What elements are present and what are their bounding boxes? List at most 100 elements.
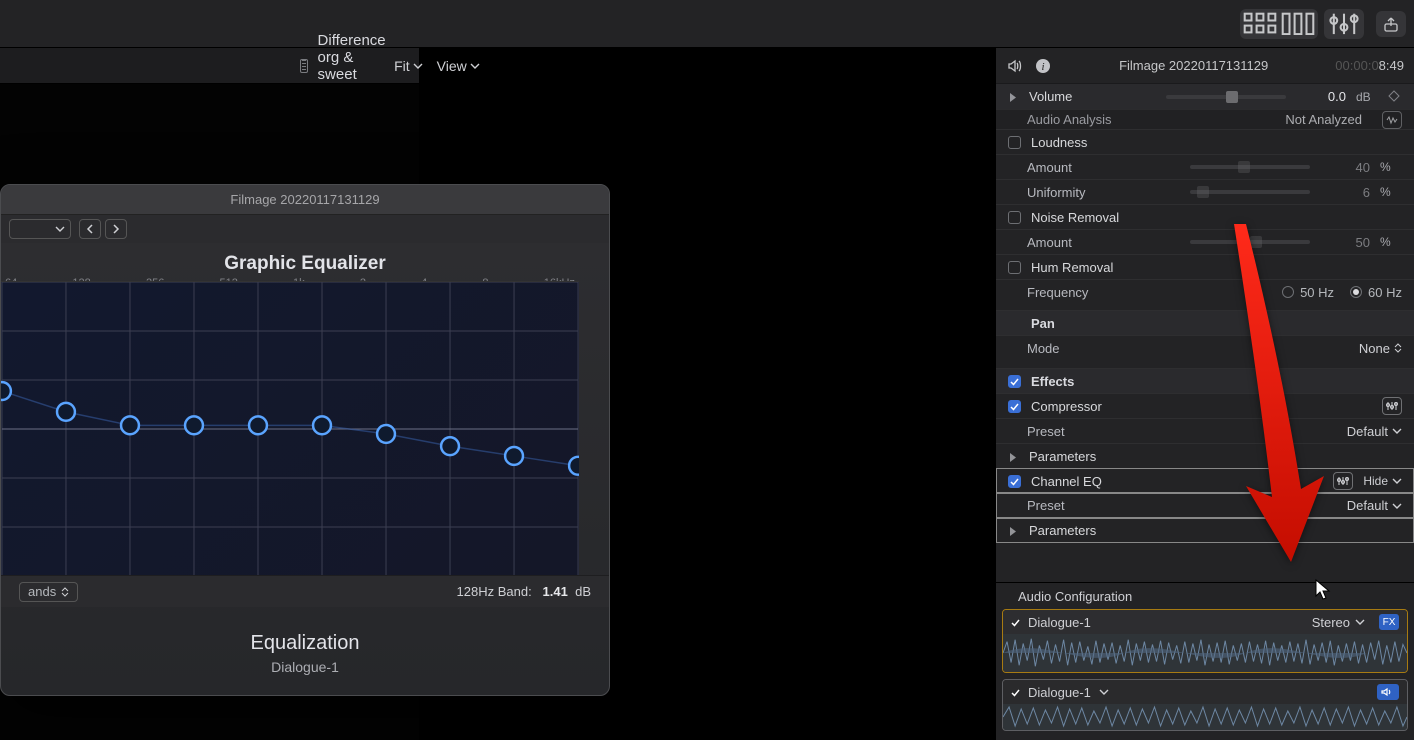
noise-amount-value[interactable]: 50 — [1320, 235, 1370, 250]
loudness-amount-value[interactable]: 40 — [1320, 160, 1370, 175]
disclosure-icon[interactable] — [1008, 91, 1019, 102]
noise-amount-label: Amount — [1008, 235, 1180, 250]
track2-mute-badge[interactable] — [1377, 684, 1399, 700]
disclosure-icon[interactable] — [1008, 451, 1019, 462]
freq-50-option[interactable]: 50 Hz — [1282, 285, 1334, 300]
chevron-down-icon[interactable] — [1099, 687, 1109, 697]
track2-checkbox[interactable] — [1011, 685, 1020, 700]
loudness-uniformity-slider[interactable] — [1190, 190, 1310, 194]
loudness-uniformity-value[interactable]: 6 — [1320, 185, 1370, 200]
eq-preset-select[interactable] — [9, 219, 71, 239]
loudness-label: Loudness — [1031, 135, 1402, 150]
eq-caption: Equalization Dialogue-1 — [1, 632, 609, 675]
view-select[interactable]: View — [437, 58, 480, 74]
keyframe-icon[interactable] — [1388, 90, 1402, 104]
channel-eq-checkbox[interactable] — [1008, 475, 1021, 488]
analyze-button[interactable] — [1382, 111, 1402, 129]
bands-select[interactable]: ands — [19, 582, 78, 602]
channel-eq-hide[interactable]: Hide — [1363, 474, 1402, 488]
view-label: View — [437, 58, 467, 74]
effects-section: Effects — [996, 368, 1414, 393]
audio-analysis-label: Audio Analysis — [1008, 112, 1275, 127]
chevron-down-icon — [413, 61, 423, 71]
fit-select[interactable]: Fit — [394, 58, 423, 74]
audio-analysis-row: Audio Analysis Not Analyzed — [996, 109, 1414, 129]
list-view-icon[interactable] — [1281, 12, 1315, 36]
compressor-preset-select[interactable]: Default — [1347, 424, 1402, 439]
analysis-status: Not Analyzed — [1285, 112, 1362, 127]
channel-eq-label: Channel EQ — [1031, 474, 1323, 489]
eq-band-handle[interactable] — [57, 403, 75, 421]
freq-60-label: 60 Hz — [1368, 285, 1402, 300]
eq-graph[interactable] — [1, 281, 579, 577]
svg-text:i: i — [1041, 61, 1044, 73]
fx-badge[interactable]: FX — [1379, 614, 1399, 630]
volume-value[interactable]: 0.0 — [1296, 89, 1346, 104]
volume-label: Volume — [1029, 89, 1156, 104]
channel-eq-preset-row: Preset Default — [996, 493, 1414, 518]
volume-slider[interactable] — [1166, 95, 1286, 99]
chevron-down-icon — [1392, 501, 1402, 511]
compressor-checkbox[interactable] — [1008, 400, 1021, 413]
chevron-down-icon — [1355, 617, 1365, 627]
loudness-amount-row: Amount 40 % — [996, 154, 1414, 179]
speaker-icon[interactable] — [1006, 57, 1024, 75]
compressor-parameters-row[interactable]: Parameters — [996, 443, 1414, 468]
noise-amount-slider[interactable] — [1190, 240, 1310, 244]
eq-band-handle[interactable] — [249, 416, 267, 434]
eq-band-handle[interactable] — [185, 416, 203, 434]
channel-eq-row: Channel EQ Hide — [996, 468, 1414, 493]
eq-band-handle[interactable] — [121, 416, 139, 434]
band-readout-unit: dB — [575, 584, 591, 599]
channel-eq-open-button[interactable] — [1333, 472, 1353, 490]
compressor-param-label: Parameters — [1029, 449, 1402, 464]
eq-band-handle[interactable] — [377, 425, 395, 443]
track1-waveform — [1003, 634, 1407, 672]
effects-checkbox[interactable] — [1008, 375, 1021, 388]
pan-mode-select[interactable]: None — [1359, 341, 1402, 356]
share-button[interactable] — [1376, 11, 1406, 37]
inspector-header: i Filmage 20220117131129 00:00:08:49 — [996, 48, 1414, 84]
inspector-body: Volume 0.0 dB Audio Analysis Not Analyze… — [996, 84, 1414, 740]
viewer-header: Difference org & sweet Audio Fit View — [0, 48, 419, 84]
freq-60-option[interactable]: 60 Hz — [1350, 285, 1402, 300]
eq-band-handle[interactable] — [569, 457, 579, 475]
eq-band-handle[interactable] — [1, 382, 11, 400]
eq-window-title[interactable]: Filmage 20220117131129 — [1, 185, 609, 215]
mixer-icon — [1327, 12, 1361, 36]
info-icon[interactable]: i — [1034, 57, 1052, 75]
volume-row: Volume 0.0 dB — [996, 84, 1414, 109]
loudness-amount-slider[interactable] — [1190, 165, 1310, 169]
eq-plugin-title: Graphic Equalizer — [1, 253, 609, 275]
eq-band-handle[interactable] — [441, 437, 459, 455]
audio-track-1[interactable]: Dialogue-1 Stereo FX — [1002, 609, 1408, 673]
track1-name: Dialogue-1 — [1028, 615, 1091, 630]
channel-eq-preset-select[interactable]: Default — [1347, 498, 1402, 513]
disclosure-icon[interactable] — [1008, 525, 1019, 536]
noise-amount-row: Amount 50 % — [996, 229, 1414, 254]
next-preset-button[interactable] — [105, 219, 127, 239]
track1-channel-select[interactable]: Stereo — [1312, 615, 1365, 630]
track1-checkbox[interactable] — [1011, 615, 1020, 630]
eq-band-handle[interactable] — [313, 416, 331, 434]
percent-unit: % — [1380, 160, 1402, 174]
mixer-toggle[interactable] — [1324, 9, 1364, 39]
eq-toolbar — [1, 215, 609, 243]
audio-config-title: Audio Configuration — [996, 583, 1414, 609]
noise-checkbox[interactable] — [1008, 211, 1021, 224]
compressor-open-button[interactable] — [1382, 397, 1402, 415]
track2-name: Dialogue-1 — [1028, 685, 1091, 700]
eq-band-handle[interactable] — [505, 447, 523, 465]
loudness-uniformity-row: Uniformity 6 % — [996, 179, 1414, 204]
pan-section: Pan — [996, 310, 1414, 335]
grid-view-icon[interactable] — [1243, 12, 1277, 36]
freq-50-label: 50 Hz — [1300, 285, 1334, 300]
prev-preset-button[interactable] — [79, 219, 101, 239]
audio-track-2[interactable]: Dialogue-1 — [1002, 679, 1408, 731]
channel-eq-parameters-row[interactable]: Parameters — [996, 518, 1414, 543]
compressor-preset-row: Preset Default — [996, 418, 1414, 443]
eq-plugin-window[interactable]: Filmage 20220117131129 Graphic Equalizer… — [0, 184, 610, 696]
app-toolbar — [0, 0, 1414, 48]
hum-checkbox[interactable] — [1008, 261, 1021, 274]
loudness-checkbox[interactable] — [1008, 136, 1021, 149]
